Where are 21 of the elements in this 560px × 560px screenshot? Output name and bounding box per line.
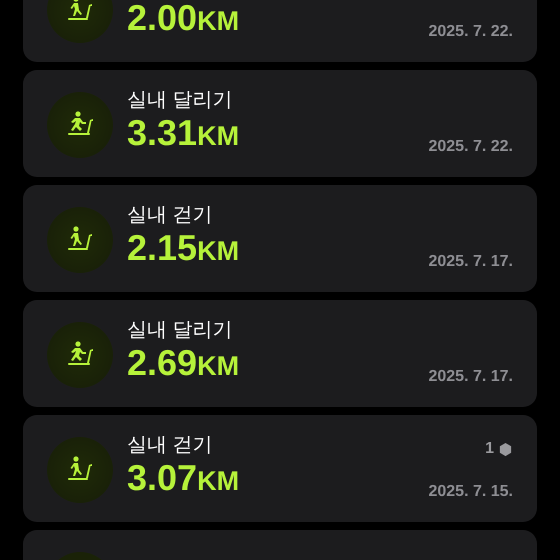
- distance-text: 2.69KM: [127, 343, 240, 385]
- workout-card[interactable]: 2.00KM 2025. 7. 22.: [23, 0, 537, 62]
- workout-date: 2025. 7. 22.: [428, 22, 513, 42]
- workout-date: 2025. 7. 17.: [428, 252, 513, 272]
- workout-card[interactable]: 실내 걷기 3.07KM 1 2025. 7. 15.: [23, 415, 537, 522]
- workout-date: 2025. 7. 22.: [428, 137, 513, 157]
- distance-text: 2.15KM: [127, 228, 240, 270]
- workout-card[interactable]: 실내 달리기 3.31KM 2025. 7. 22.: [23, 70, 537, 177]
- workout-title: 실내 걷기: [127, 203, 214, 228]
- workout-title: 실내 달리기: [127, 318, 234, 343]
- hexagon-icon: [498, 442, 513, 456]
- distance-text: 2.00KM: [127, 0, 240, 40]
- badge-count: 1: [485, 439, 494, 459]
- workout-title: 실내 달리기: [127, 88, 234, 113]
- workout-card[interactable]: 실내 달리기 2.69KM 2025. 7. 17.: [23, 300, 537, 407]
- workout-card[interactable]: 실내 걷기 2.15KM 2025. 7. 17.: [23, 185, 537, 292]
- workout-date: 2025. 7. 15.: [428, 482, 513, 502]
- workout-date: 2025. 7. 17.: [428, 367, 513, 387]
- distance-text: 3.07KM: [127, 458, 240, 500]
- workout-title: 실내 걷기: [127, 433, 214, 458]
- distance-text: 3.31KM: [127, 113, 240, 155]
